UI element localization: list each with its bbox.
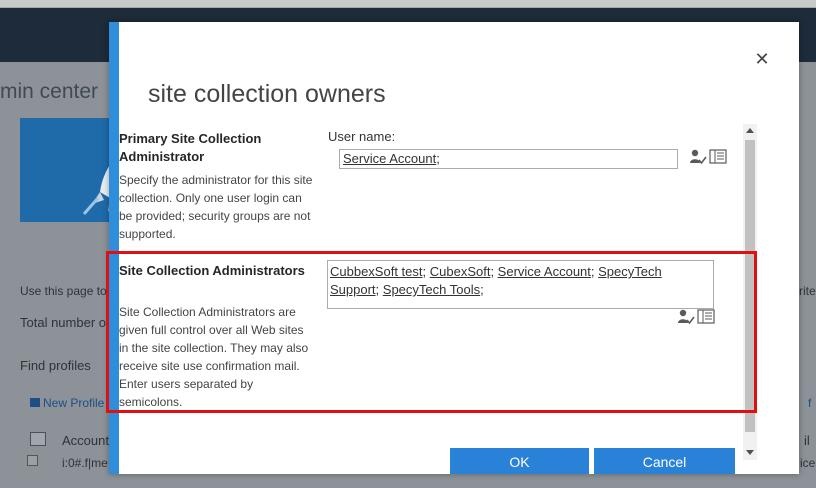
token-separator: ; <box>436 151 440 166</box>
bg-new-profile-link: New Profile <box>30 396 104 410</box>
primary-admin-description: Specify the administrator for this site … <box>119 173 313 241</box>
primary-admin-token: Service Account <box>343 151 437 166</box>
new-profile-icon <box>30 398 40 407</box>
bg-right-text-2: il <box>804 433 810 448</box>
check-names-icon[interactable] <box>677 309 695 325</box>
address-book-icon[interactable] <box>697 309 715 325</box>
dialog-scrollbar[interactable] <box>743 124 757 460</box>
user-name-label: User name: <box>328 129 396 144</box>
primary-admin-label: Primary Site Collection Administrator <box>119 131 262 164</box>
scroll-up-icon[interactable] <box>746 128 754 133</box>
close-icon[interactable]: ✕ <box>753 50 771 68</box>
new-profile-label: New Profile <box>43 396 105 410</box>
admin-token: CubbexSoft test <box>330 264 423 279</box>
bg-account-header: Account <box>62 433 109 448</box>
browser-strip <box>0 0 816 8</box>
bg-right-text-1: rite. <box>799 284 816 298</box>
dialog-title: site collection owners <box>148 80 386 108</box>
site-admins-description: Site Collection Administrators are given… <box>119 305 309 409</box>
check-names-icon[interactable] <box>689 149 707 165</box>
admin-token: Service Account <box>497 264 591 279</box>
bg-row-login: i:0#.f|me <box>62 456 108 470</box>
primary-admin-input[interactable]: Service Account; <box>339 149 678 169</box>
cancel-button[interactable]: Cancel <box>594 448 735 474</box>
bg-right-link: f <box>808 396 812 410</box>
ok-button[interactable]: OK <box>450 448 589 474</box>
site-admins-label: Site Collection Administrators <box>119 263 305 278</box>
scroll-thumb[interactable] <box>745 140 755 432</box>
bg-right-text-3: ice <box>800 456 816 470</box>
banner-image <box>20 118 116 222</box>
dialog-accent-bar <box>109 22 119 474</box>
scroll-down-icon[interactable] <box>746 450 754 455</box>
bg-total-text: Total number o <box>20 315 106 330</box>
bg-row-checkbox <box>27 455 38 466</box>
admin-token: CubexSoft <box>429 264 491 279</box>
address-book-icon[interactable] <box>709 149 727 165</box>
site-admins-input[interactable]: CubbexSoft test; CubexSoft; Service Acco… <box>327 260 714 309</box>
site-collection-owners-dialog: ✕ site collection owners Primary Site Co… <box>109 22 799 474</box>
admin-center-title: min center <box>0 80 99 103</box>
bg-find-text: Find profiles <box>20 358 91 373</box>
account-column-icon <box>30 432 46 446</box>
bg-intro-text: Use this page to <box>20 284 107 298</box>
admin-token: SpecyTech Tools <box>382 282 481 297</box>
